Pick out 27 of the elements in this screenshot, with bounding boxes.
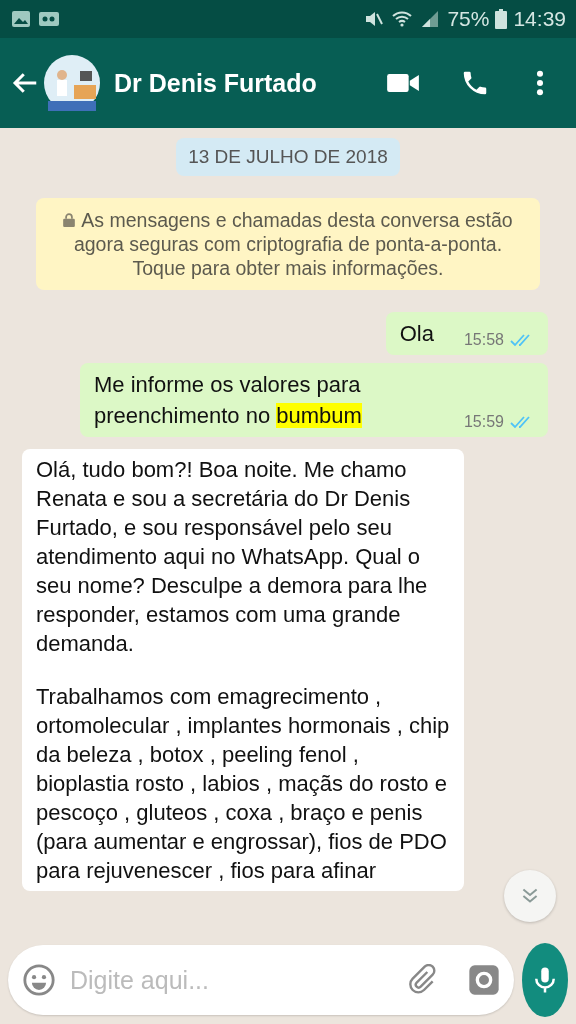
emoji-icon[interactable] (22, 963, 56, 997)
battery-icon (495, 9, 508, 29)
contact-name[interactable]: Dr Denis Furtado (114, 68, 386, 98)
lock-icon (63, 213, 76, 227)
message-text: Me informe os valores para preenchimento no bumbum (94, 371, 363, 430)
outgoing-message-bubble[interactable]: Me informe os valores para preenchimento no bumbum 15:59 (80, 363, 548, 437)
voicemail-icon (38, 9, 60, 29)
encryption-notice[interactable]: As mensagens e chamadas desta conversa estão agora seguras com criptografia de ponta-a-ponta. Toque para obter mais informações. (36, 198, 540, 290)
message-paragraph: Trabalhamos com emagrecimento , ortomolecular , implantes hormonais , chip da beleza , botox , peeling fenol , bioplastia rosto , labios , maçãs do rosto e pescoço , gluteos , coxa , braço e penis (para aumentar e engrossar), fios de PDO para rejuvenescer , fios para afinar (36, 683, 450, 885)
message-time: 15:58 (463, 331, 504, 349)
message-text: Ola (399, 320, 434, 348)
message-input-field[interactable]: Digite aqui... (8, 945, 514, 1015)
video-call-icon[interactable] (386, 71, 420, 95)
paperclip-icon[interactable] (406, 964, 438, 996)
outgoing-message-bubble[interactable]: Ola 15:58 (385, 312, 548, 355)
wifi-icon (391, 9, 414, 29)
message-paragraph: Olá, tudo bom?! Boa noite. Me chamo Renata e sou a secretária do Dr Denis Furtado, e sou responsável pelo seu atendimento aqui no WhatsApp. Qual o seu nome? Desculpe a demora para lhe responder, estamos com uma grande demanda. (36, 456, 429, 658)
more-options-icon[interactable] (536, 69, 544, 97)
camera-icon[interactable] (468, 964, 500, 996)
mute-icon (363, 9, 386, 29)
incoming-message-bubble[interactable] (22, 449, 464, 891)
clock-time: 14:39 (513, 7, 566, 31)
date-chip: 13 DE JULHO DE 2018 (176, 138, 400, 176)
gallery-icon (10, 9, 32, 29)
message-time: 15:59 (463, 413, 504, 431)
avatar-illustration[interactable] (44, 55, 100, 111)
battery-percentage: 75% (447, 7, 490, 31)
